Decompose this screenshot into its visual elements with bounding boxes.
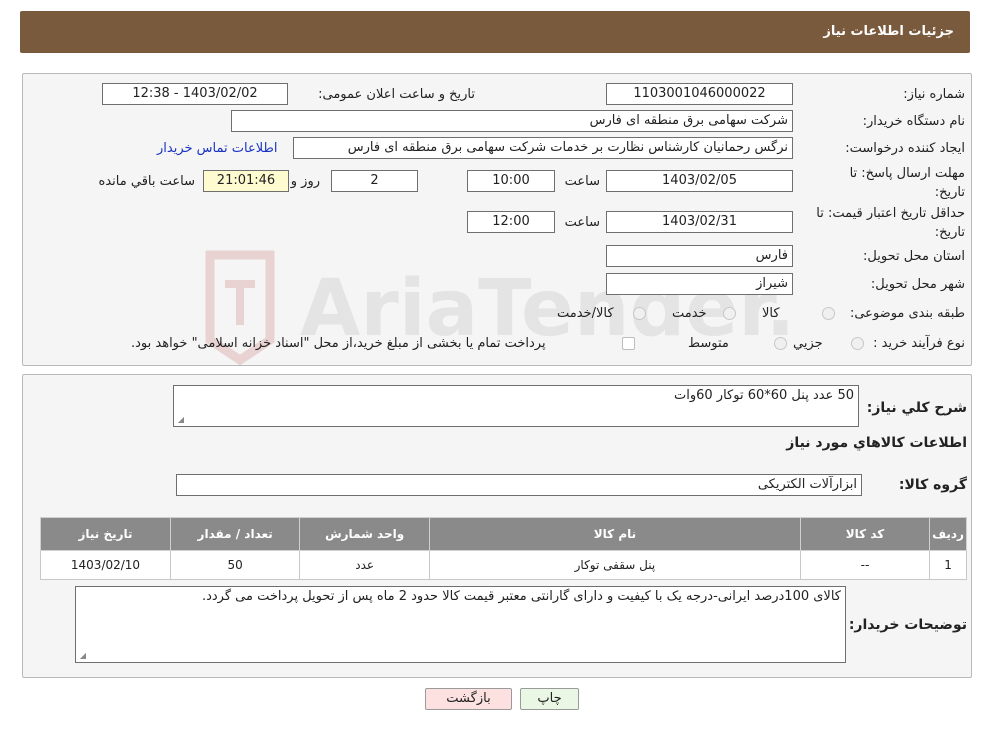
cell-item-code: -- (799, 550, 931, 580)
cell-item-name: پنل سقفی توکار (428, 550, 801, 580)
days-remaining-field: 2 (331, 170, 418, 192)
col-quantity: تعداد / مقدار (169, 517, 301, 551)
buyer-notes-label: توضیحات خریدار: (848, 617, 967, 633)
process-minor-label: جزيي (793, 336, 823, 351)
cell-unit: عدد (299, 550, 430, 580)
deadline-time-field: 10:00 (467, 170, 555, 192)
process-minor-radio[interactable] (851, 337, 864, 350)
city-label: شهر محل تحویل: (870, 277, 965, 292)
announce-datetime-field: 1403/02/02 - 12:38 (102, 83, 288, 105)
creator-label: ایجاد کننده درخواست: (845, 141, 965, 156)
validity-time-field: 12:00 (467, 211, 555, 233)
buyer-org-field: شرکت سهامی برق منطقه ای فارس (231, 110, 793, 132)
goods-group-field: ابزارآلات الکتریکی (176, 474, 862, 496)
cell-quantity: 50 (169, 550, 301, 580)
print-button[interactable]: چاپ (520, 688, 579, 710)
goods-table-header: رديف کد کالا نام کالا واحد شمارش تعداد /… (40, 517, 967, 551)
buyer-notes-text: کالای 100درصد ایرانی-درجه یک با کیفیت و … (201, 589, 841, 604)
deadline-date-field: 1403/02/05 (606, 170, 793, 192)
page-header: جزئیات اطلاعات نیاز (20, 11, 970, 53)
category-goods-service-radio[interactable] (633, 307, 646, 320)
validity-date-field: 1403/02/31 (606, 211, 793, 233)
announce-label: تاریخ و ساعت اعلان عمومی: (318, 87, 475, 102)
days-label: روز و (290, 174, 320, 189)
page-title: جزئیات اطلاعات نیاز (823, 24, 954, 39)
cell-row-number: 1 (929, 550, 967, 580)
summary-text: 50 عدد پنل 60*60 توکار 60وات (673, 388, 854, 403)
treasury-payment-checkbox[interactable] (622, 337, 635, 350)
goods-table: رديف کد کالا نام کالا واحد شمارش تعداد /… (40, 517, 967, 580)
province-label: استان محل تحویل: (863, 249, 965, 264)
col-row-number: رديف (929, 517, 967, 551)
col-item-code: کد کالا (799, 517, 931, 551)
cell-need-date: 1403/02/10 (40, 550, 171, 580)
category-goods-label: کالا (762, 306, 780, 321)
table-row: 1 -- پنل سقفی توکار عدد 50 1403/02/10 (40, 550, 967, 580)
process-medium-label: متوسط (688, 336, 729, 351)
summary-label: شرح کلي نياز: (866, 400, 967, 416)
goods-info-title: اطلاعات کالاهاي مورد نياز (786, 435, 967, 451)
validity-label-date: تاریخ: (934, 225, 965, 240)
category-service-radio[interactable] (723, 307, 736, 320)
city-field: شیراز (606, 273, 793, 295)
process-label: نوع فرآیند خرید : (873, 336, 965, 351)
need-number-field: 1103001046000022 (606, 83, 793, 105)
category-service-label: خدمت (672, 306, 707, 321)
resize-grip-icon[interactable]: ◢ (176, 416, 184, 424)
col-item-name: نام کالا (428, 517, 801, 551)
category-label: طبقه بندی موضوعی: (849, 306, 965, 321)
summary-textarea[interactable]: 50 عدد پنل 60*60 توکار 60وات ◢ (173, 385, 859, 427)
process-medium-radio[interactable] (774, 337, 787, 350)
validity-time-label: ساعت (564, 215, 600, 230)
category-goods-service-label: کالا/خدمت (557, 306, 614, 321)
creator-field: نرگس رحمانیان کارشناس نظارت بر خدمات شرک… (293, 137, 793, 159)
remaining-time-label: ساعت باقي مانده (98, 174, 195, 189)
buyer-contact-link[interactable]: اطلاعات تماس خریدار (157, 141, 277, 156)
treasury-payment-note: پرداخت تمام یا بخشی از مبلغ خرید،از محل … (131, 336, 546, 351)
col-unit: واحد شمارش (299, 517, 430, 551)
col-need-date: تاریخ نیاز (40, 517, 171, 551)
deadline-label: مهلت ارسال پاسخ: تا (849, 166, 965, 181)
category-goods-radio[interactable] (822, 307, 835, 320)
deadline-label-date: تاریخ: (934, 185, 965, 200)
need-number-label: شماره نیاز: (903, 87, 965, 102)
goods-group-label: گروه کالا: (898, 477, 967, 493)
back-button[interactable]: بازگشت (425, 688, 512, 710)
remaining-time-field: 21:01:46 (203, 170, 289, 192)
validity-label: حداقل تاریخ اعتبار قیمت: تا (816, 206, 965, 221)
buyer-org-label: نام دستگاه خریدار: (862, 114, 965, 129)
buyer-notes-textarea[interactable]: کالای 100درصد ایرانی-درجه یک با کیفیت و … (75, 586, 846, 663)
province-field: فارس (606, 245, 793, 267)
resize-grip-icon[interactable]: ◢ (78, 652, 86, 660)
deadline-time-label: ساعت (564, 174, 600, 189)
